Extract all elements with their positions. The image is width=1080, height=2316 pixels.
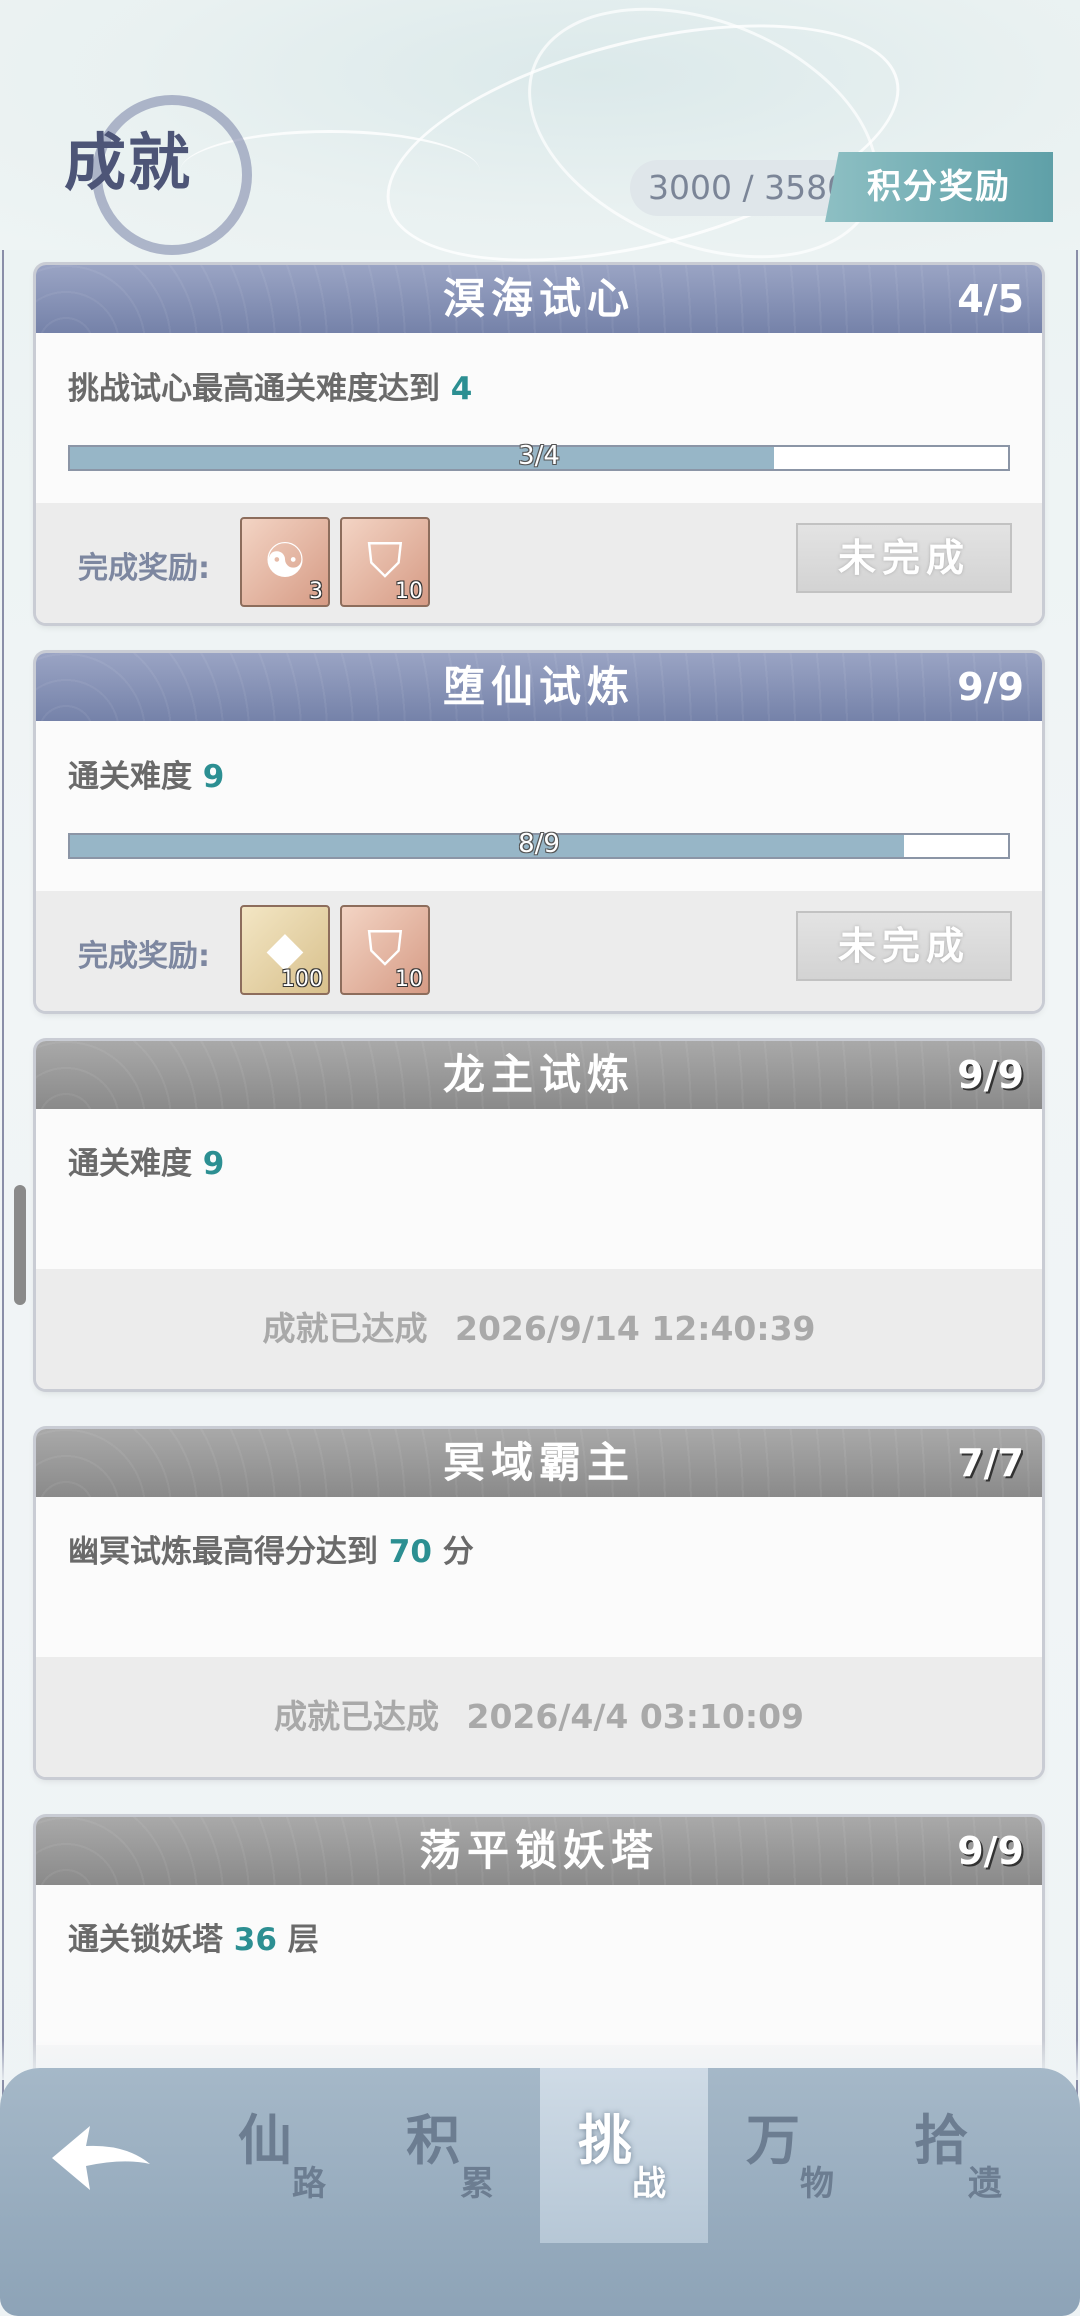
progress-container: 8/9 (36, 829, 1042, 891)
desc-suffix: 层 (287, 1922, 319, 1958)
shield-icon[interactable]: ⛉ 10 (340, 905, 430, 995)
desc-value: 70 (388, 1534, 432, 1570)
desc-value: 4 (450, 371, 473, 407)
card-description: 通关难度 9 (36, 721, 1042, 833)
desc-suffix: 分 (442, 1534, 474, 1570)
tab-sub: 物 (800, 2164, 834, 2204)
card-banner: 冥域霸主 7/7 (36, 1429, 1042, 1497)
card-title: 堕仙试炼 (442, 662, 635, 711)
tab-wanwu[interactable]: 万 物 (708, 2068, 876, 2243)
tab-main: 积 (406, 2109, 460, 2172)
amulet-icon[interactable]: ☯ 3 (240, 517, 330, 607)
achievement-card: 龙主试炼 9/9 通关难度 9 成就已达成 2026/9/14 12:40:39 (36, 1041, 1042, 1389)
card-description: 挑战试心最高通关难度达到 4 (36, 333, 1042, 445)
tab-xianlu[interactable]: 仙 路 (200, 2068, 368, 2243)
desc-text: 通关难度 (68, 759, 192, 795)
tab-sub: 遗 (968, 2164, 1002, 2204)
desc-text: 通关锁妖塔 (68, 1922, 223, 1958)
card-title: 冥域霸主 (442, 1438, 635, 1487)
reward-row: 完成奖励: ☯ 3 ⛉ 10 未完成 (36, 503, 1042, 623)
card-description: 幽冥试炼最高得分达到 70 分 (36, 1497, 1042, 1657)
desc-value: 36 (233, 1922, 277, 1958)
card-banner: 荡平锁妖塔 9/9 (36, 1817, 1042, 1885)
tab-shiyi[interactable]: 拾 遗 (876, 2068, 1044, 2243)
achieved-time: 2026/4/4 03:10:09 (466, 1697, 805, 1736)
item-qty: 10 (395, 967, 423, 992)
achievement-card: 溟海试心 4/5 挑战试心最高通关难度达到 4 3/4 完成奖励: ☯ 3 ⛉ … (36, 265, 1042, 623)
tab-main: 拾 (914, 2109, 968, 2172)
progress-text: 8/9 (518, 829, 560, 859)
incomplete-button[interactable]: 未完成 (796, 523, 1012, 593)
back-arrow-icon[interactable] (46, 2118, 156, 2198)
card-count: 4/5 (957, 277, 1024, 321)
tab-main: 挑 (578, 2109, 632, 2172)
desc-value: 9 (202, 759, 225, 795)
desc-text: 通关难度 (68, 1146, 192, 1182)
card-description: 通关难度 9 (36, 1109, 1042, 1269)
progress-bar: 8/9 (68, 829, 1010, 859)
achievement-card: 堕仙试炼 9/9 通关难度 9 8/9 完成奖励: ◆ 100 ⛉ 10 未完成 (36, 653, 1042, 1011)
tab-jilei[interactable]: 积 累 (368, 2068, 536, 2243)
reward-label: 完成奖励: (78, 551, 210, 586)
achieved-label: 成就已达成 (273, 1697, 439, 1736)
achieved-label: 成就已达成 (262, 1309, 428, 1348)
tab-sub: 累 (460, 2164, 494, 2204)
achieved-time: 2026/9/14 12:40:39 (455, 1309, 816, 1348)
card-count: 7/7 (957, 1441, 1024, 1485)
shield-icon[interactable]: ⛉ 10 (340, 517, 430, 607)
tab-tiaozhan[interactable]: 挑 战 (540, 2068, 708, 2243)
progress-bar: 3/4 (68, 441, 1010, 471)
crystal-icon[interactable]: ◆ 100 (240, 905, 330, 995)
card-count: 9/9 (957, 665, 1024, 709)
tab-sub: 路 (292, 2164, 326, 2204)
card-banner: 堕仙试炼 9/9 (36, 653, 1042, 721)
card-banner: 龙主试炼 9/9 (36, 1041, 1042, 1109)
achieved-status: 成就已达成 2026/4/4 03:10:09 (36, 1657, 1042, 1777)
card-count: 9/9 (957, 1053, 1024, 1097)
progress-text: 3/4 (518, 441, 560, 471)
desc-value: 9 (202, 1146, 225, 1182)
card-title: 龙主试炼 (442, 1050, 635, 1099)
header: 成就 3000 / 3580 积分奖励 (0, 0, 1080, 307)
tab-sub: 战 (632, 2164, 666, 2204)
bottom-nav: 仙 路 积 累 挑 战 万 物 拾 遗 (0, 2068, 1080, 2316)
progress-container: 3/4 (36, 441, 1042, 503)
achieved-status: 成就已达成 2026/9/14 12:40:39 (36, 1269, 1042, 1389)
reward-row: 完成奖励: ◆ 100 ⛉ 10 未完成 (36, 891, 1042, 1011)
item-qty: 100 (281, 967, 323, 992)
card-title: 荡平锁妖塔 (418, 1826, 659, 1875)
reward-label: 完成奖励: (78, 939, 210, 974)
card-count: 9/9 (957, 1829, 1024, 1873)
incomplete-button[interactable]: 未完成 (796, 911, 1012, 981)
scrollbar-handle[interactable] (14, 1185, 26, 1305)
desc-text: 幽冥试炼最高得分达到 (68, 1534, 378, 1570)
achievement-card: 冥域霸主 7/7 幽冥试炼最高得分达到 70 分 成就已达成 2026/4/4 … (36, 1429, 1042, 1777)
item-qty: 10 (395, 579, 423, 604)
points-reward-button[interactable]: 积分奖励 (825, 152, 1053, 222)
tab-main: 万 (746, 2109, 800, 2172)
tab-main: 仙 (238, 2109, 292, 2172)
item-qty: 3 (309, 579, 323, 604)
card-title: 溟海试心 (442, 274, 635, 323)
desc-text: 挑战试心最高通关难度达到 (68, 371, 440, 407)
page-title: 成就 (64, 126, 193, 199)
card-description: 通关锁妖塔 36 层 (36, 1885, 1042, 2045)
card-banner: 溟海试心 4/5 (36, 265, 1042, 333)
